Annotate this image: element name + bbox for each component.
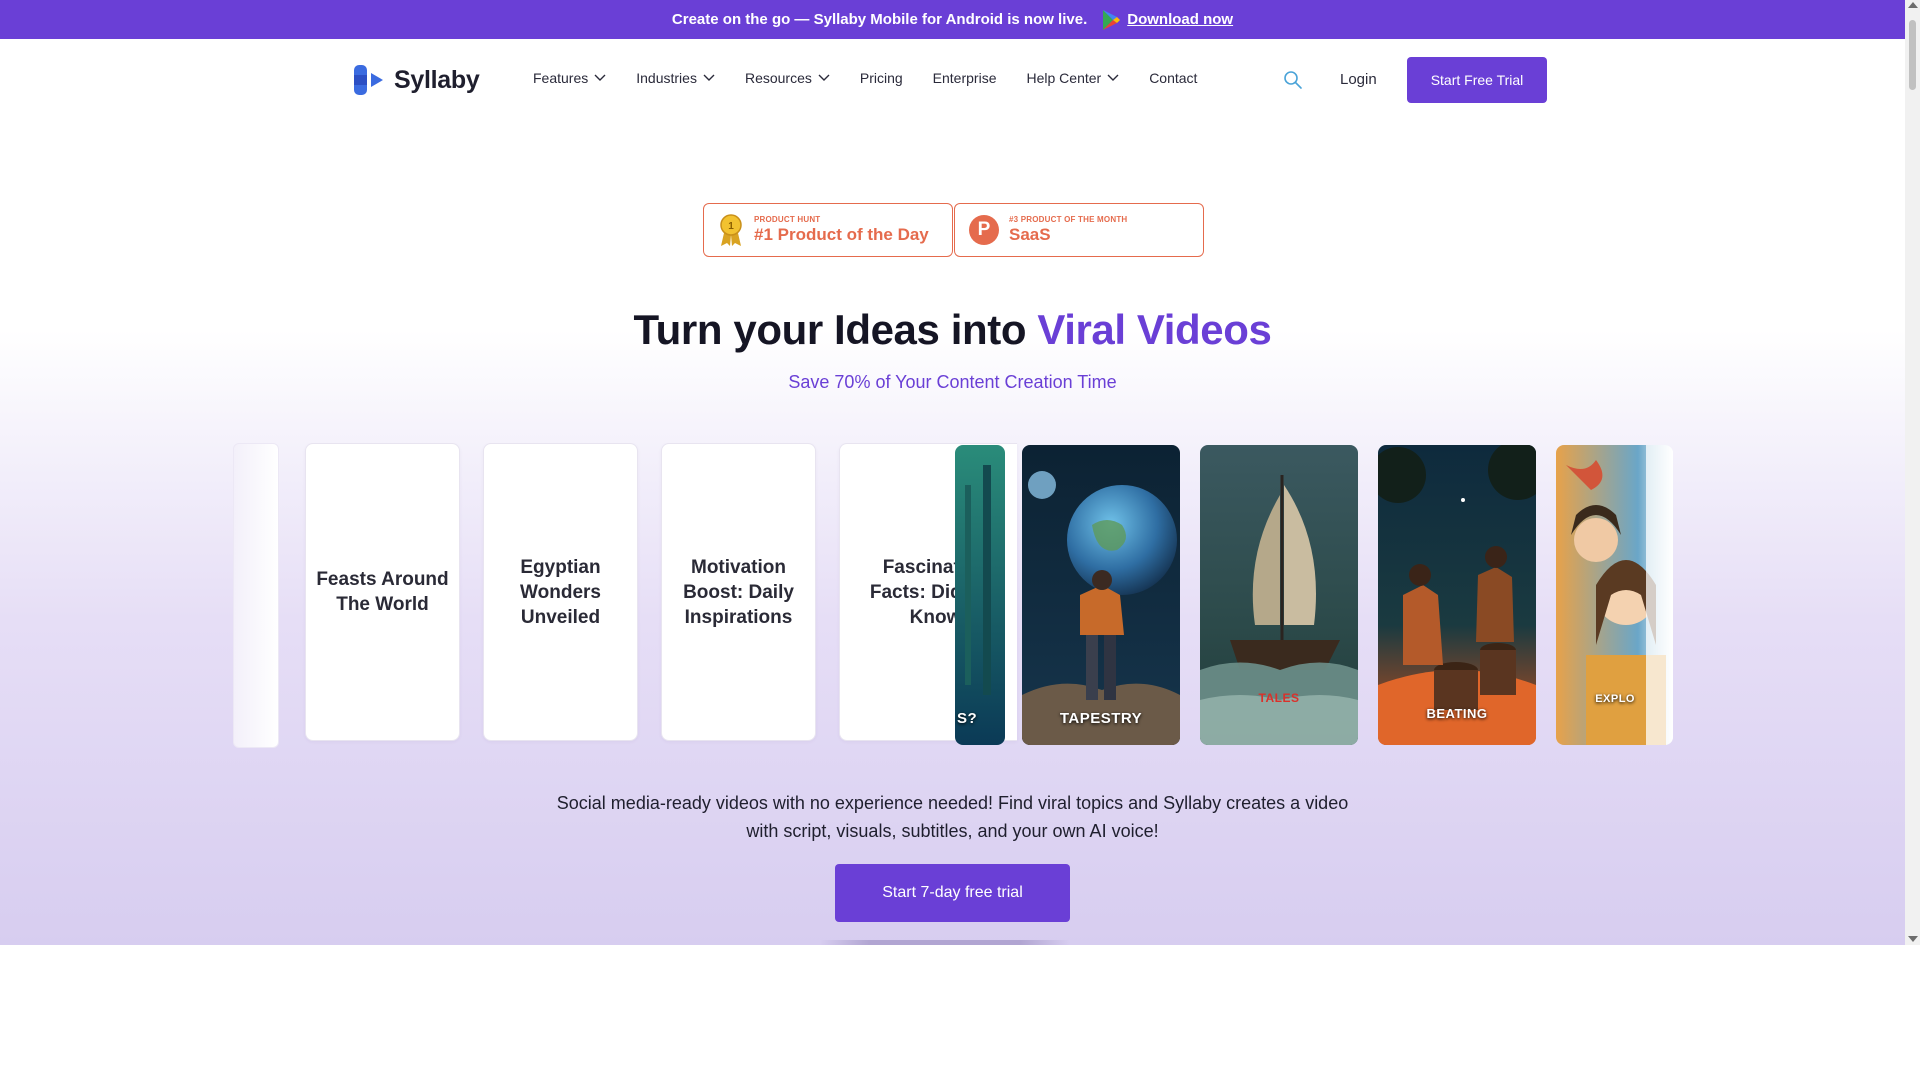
hero-title-accent: Viral Videos	[1037, 306, 1272, 353]
medal-icon: 1	[720, 214, 742, 246]
chevron-down-icon	[818, 74, 830, 81]
topic-card[interactable]: Egyptian Wonders Unveiled	[483, 443, 638, 741]
page-viewport: Create on the go — Syllaby Mobile for An…	[0, 0, 1905, 945]
video-thumbnail	[1022, 445, 1180, 745]
nav-item-label: Industries	[636, 70, 697, 86]
hero-description-line: with script, visuals, subtitles, and you…	[746, 821, 1159, 841]
video-thumbnail	[955, 445, 1005, 745]
topic-card[interactable]: Feasts Around The World	[305, 443, 460, 741]
clipped-text-fragment	[820, 940, 1070, 945]
nav-item-label: Contact	[1149, 70, 1198, 86]
video-card[interactable]: TALES	[1200, 445, 1358, 745]
product-hunt-day-badge[interactable]: 1 PRODUCT HUNT #1 Product of the Day	[703, 203, 953, 257]
logo[interactable]: Syllaby	[352, 63, 480, 97]
vertical-scrollbar[interactable]	[1905, 0, 1920, 945]
video-label: EXPLO	[1595, 693, 1635, 705]
logo-text: Syllaby	[394, 65, 480, 94]
chevron-down-icon	[703, 74, 715, 81]
nav-item-label: Pricing	[859, 70, 903, 86]
topic-card-title: Feasts Around The World	[316, 569, 449, 615]
nav-item-pricing[interactable]: Pricing	[860, 70, 903, 86]
hero-title: Turn your Ideas into Viral Videos	[0, 306, 1905, 354]
nav-item-label: Resources	[744, 70, 812, 86]
product-hunt-icon: P	[969, 215, 999, 245]
badge-big-text: #1 Product of the Day	[754, 225, 929, 244]
topic-carousel: Feasts Around The World Egyptian Wonders…	[233, 443, 1673, 748]
nav-item-help-center[interactable]: Help Center	[1026, 70, 1119, 86]
topic-card[interactable]: Motivation Boost: Daily Inspirations	[661, 443, 816, 741]
site-header: Syllaby Features Industries Resources Prici…	[0, 39, 1905, 123]
topic-card-title: Motivation Boost: Daily Inspirations	[683, 556, 794, 628]
nav-item-contact[interactable]: Contact	[1149, 70, 1197, 86]
nav-item-enterprise[interactable]: Enterprise	[933, 70, 997, 86]
nav-item-resources[interactable]: Resources	[745, 70, 830, 86]
badge-small-text: #3 PRODUCT OF THE MONTH	[1009, 215, 1128, 224]
chevron-down-icon	[1107, 74, 1119, 81]
main-nav: Features Industries Resources Pricing Enterp…	[533, 70, 1227, 86]
partial-card	[233, 443, 279, 748]
google-play-icon	[1103, 9, 1121, 30]
video-card[interactable]: S?	[955, 445, 1005, 745]
product-hunt-month-badge[interactable]: P #3 PRODUCT OF THE MONTH SaaS	[954, 203, 1204, 257]
hero-subtitle: Save 70% of Your Content Creation Time	[788, 372, 1117, 392]
scroll-thumb[interactable]	[1909, 20, 1916, 90]
hero-title-main: Turn your Ideas into	[633, 306, 1038, 353]
login-link[interactable]: Login	[1340, 71, 1377, 88]
video-card[interactable]: TAPESTRY	[1022, 445, 1180, 745]
search-icon[interactable]	[1283, 70, 1303, 90]
nav-item-industries[interactable]: Industries	[636, 70, 715, 86]
nav-item-features[interactable]: Features	[533, 70, 606, 86]
download-now-link[interactable]: Download now	[1127, 11, 1233, 28]
svg-text:1: 1	[728, 221, 734, 232]
scroll-down-arrow-icon[interactable]	[1908, 936, 1918, 942]
video-thumbnail	[1378, 445, 1536, 745]
video-label: S?	[957, 710, 978, 727]
nav-item-label: Enterprise	[932, 70, 997, 86]
nav-item-label: Help Center	[1026, 70, 1102, 86]
video-label: BEATING	[1426, 706, 1488, 721]
hero-description-line: Social media-ready videos with no experi…	[556, 793, 1349, 813]
scroll-up-arrow-icon[interactable]	[1908, 2, 1918, 8]
chevron-down-icon	[594, 74, 606, 81]
start-7-day-trial-button[interactable]: Start 7-day free trial	[835, 864, 1070, 922]
announcement-text: Create on the go — Syllaby Mobile for An…	[671, 11, 1088, 28]
nav-item-label: Features	[533, 70, 589, 86]
syllaby-logo-icon	[354, 65, 383, 95]
video-label: TALES	[1258, 691, 1300, 705]
announcement-bar: Create on the go — Syllaby Mobile for An…	[0, 0, 1905, 39]
video-card[interactable]: BEATING	[1378, 445, 1536, 745]
start-free-trial-button[interactable]: Start Free Trial	[1407, 57, 1547, 103]
topic-card-title: Egyptian Wonders Unveiled	[520, 556, 601, 628]
badge-big-text: SaaS	[1009, 225, 1051, 244]
badge-small-text: PRODUCT HUNT	[754, 215, 821, 224]
video-label: TAPESTRY	[1059, 710, 1143, 727]
hero-description: Social media-ready videos with no experi…	[0, 789, 1905, 845]
video-card[interactable]: EXPLO	[1556, 445, 1673, 745]
